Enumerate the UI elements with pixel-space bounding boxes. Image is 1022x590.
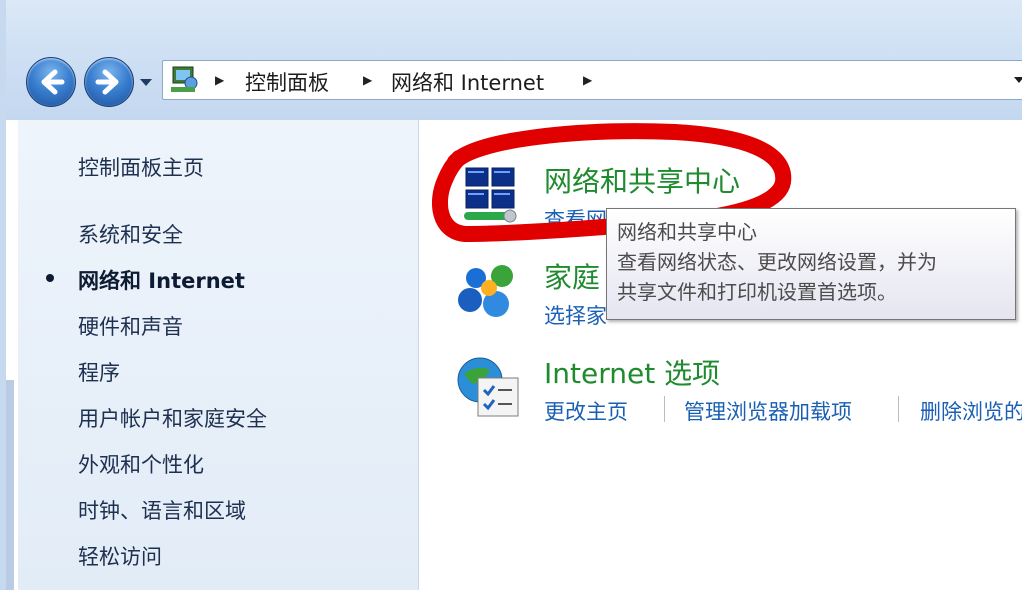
main-content: 网络和共享中心 查看网 家庭 选择家 Internet 选项 更改主页 管理浏览…: [420, 120, 1022, 590]
category-title-network-sharing-center[interactable]: 网络和共享中心: [544, 160, 740, 200]
sidebar-item-ease-of-access[interactable]: 轻松访问: [78, 541, 162, 571]
tooltip-title: 网络和共享中心: [617, 220, 757, 244]
breadcrumb-network-internet[interactable]: 网络和 Internet: [391, 67, 544, 97]
sidebar-item-appearance[interactable]: 外观和个性化: [78, 449, 204, 479]
sidebar-scroll-strip: [6, 380, 14, 590]
tooltip-line: 查看网络状态、更改网络设置，并为: [617, 250, 937, 274]
control-panel-network-icon: [171, 66, 198, 92]
sidebar-item-control-panel-home[interactable]: 控制面板主页: [78, 152, 204, 182]
category-title-internet-options[interactable]: Internet 选项: [544, 352, 720, 392]
link-separator: [664, 396, 665, 422]
history-dropdown-icon[interactable]: [138, 76, 154, 88]
link-manage-add-ons[interactable]: 管理浏览器加载项: [684, 396, 852, 426]
category-title-homegroup[interactable]: 家庭: [544, 256, 600, 296]
link-change-home-page[interactable]: 更改主页: [544, 396, 628, 426]
address-bar[interactable]: ▶ 控制面板 ▶ 网络和 Internet ▶: [162, 60, 1022, 100]
sidebar-item-clock-language-region[interactable]: 时钟、语言和区域: [78, 495, 246, 525]
tooltip: 网络和共享中心 查看网络状态、更改网络设置，并为 共享文件和打印机设置首选项。: [606, 208, 1016, 320]
link-separator: [898, 396, 899, 422]
sidebar-item-system-security[interactable]: 系统和安全: [78, 219, 183, 249]
internet-options-icon[interactable]: [456, 356, 524, 422]
link-choose-homegroup[interactable]: 选择家: [544, 300, 607, 330]
forward-arrow-icon: [95, 69, 119, 95]
forward-button[interactable]: [84, 57, 134, 107]
homegroup-icon[interactable]: [456, 260, 524, 322]
sidebar-item-user-accounts[interactable]: 用户帐户和家庭安全: [78, 403, 267, 433]
explorer-window: ▶ 控制面板 ▶ 网络和 Internet ▶ 控制面板主页 系统和安全 网络和…: [0, 0, 1022, 590]
sidebar-item-network-internet[interactable]: 网络和 Internet: [78, 265, 245, 295]
sidebar-item-hardware-sound[interactable]: 硬件和声音: [78, 311, 183, 341]
link-view-network-status[interactable]: 查看网: [544, 204, 607, 234]
current-item-bullet: [46, 274, 54, 282]
tooltip-line: 共享文件和打印机设置首选项。: [617, 280, 897, 304]
breadcrumb-separator-icon[interactable]: ▶: [583, 73, 592, 87]
sidebar: 控制面板主页 系统和安全 网络和 Internet 硬件和声音 程序 用户帐户和…: [18, 120, 419, 590]
back-arrow-icon: [41, 69, 65, 95]
address-dropdown-icon[interactable]: [1013, 75, 1022, 85]
network-sharing-center-icon[interactable]: [458, 164, 524, 228]
back-button[interactable]: [26, 57, 76, 107]
breadcrumb-separator-icon[interactable]: ▶: [215, 73, 224, 87]
link-delete-browsing-history[interactable]: 删除浏览的: [920, 396, 1022, 426]
sidebar-item-programs[interactable]: 程序: [78, 357, 120, 387]
navigation-toolbar: ▶ 控制面板 ▶ 网络和 Internet ▶: [0, 0, 1022, 120]
breadcrumb-control-panel[interactable]: 控制面板: [245, 67, 329, 97]
breadcrumb-separator-icon[interactable]: ▶: [363, 73, 372, 87]
